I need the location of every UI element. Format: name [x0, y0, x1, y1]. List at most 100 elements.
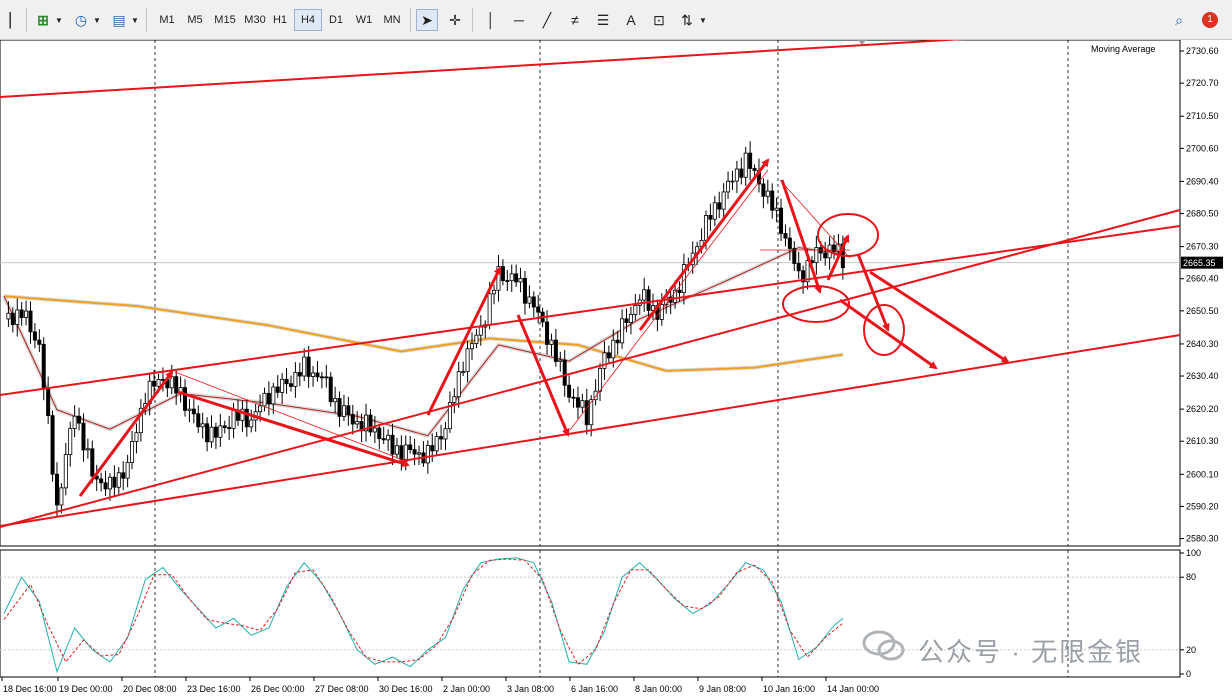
candle-body: [553, 339, 558, 362]
candle-body: [130, 441, 135, 463]
candle-body: [717, 202, 722, 210]
notification-badge: 1: [1202, 12, 1218, 28]
candle-body: [730, 180, 735, 183]
price-tick-label: 2710.50: [1186, 111, 1219, 121]
candle-body: [284, 378, 289, 385]
search-icon[interactable]: ⌕: [1168, 9, 1190, 31]
price-tick-label: 2670.30: [1186, 242, 1219, 252]
oscillator-tick-label: 20: [1186, 645, 1196, 655]
candle-body: [183, 387, 188, 411]
candle-body: [77, 415, 82, 424]
candle-body: [218, 425, 223, 438]
candle-body: [575, 397, 580, 408]
separator: [410, 8, 411, 32]
candle-body: [196, 413, 201, 428]
chevron-down-icon[interactable]: ▼: [54, 9, 64, 31]
timeframe-w1[interactable]: W1: [350, 9, 378, 31]
candle-body: [99, 478, 104, 484]
crosshair-icon[interactable]: ✛: [444, 9, 466, 31]
candle-body: [213, 426, 218, 438]
price-pane: [0, 40, 1181, 547]
candle-body: [288, 383, 293, 387]
candle-body: [293, 372, 298, 387]
chevron-down-icon[interactable]: ▼: [130, 9, 140, 31]
candle-body: [319, 376, 324, 379]
candle-body: [487, 293, 492, 326]
chart-window-icon[interactable]: ▤: [108, 9, 130, 31]
candle-body: [59, 487, 64, 506]
candle-body: [412, 449, 417, 455]
chart-area[interactable]: 2730.60 2720.70 2710.50 2700.60 2690.40 2680.…: [0, 40, 1232, 697]
candle-body: [500, 266, 505, 281]
candle-body: [37, 339, 42, 345]
candle-body: [187, 408, 192, 411]
vertical-line-icon[interactable]: │: [480, 9, 502, 31]
price-tick-label: 2680.50: [1186, 209, 1219, 219]
horizontal-line-icon[interactable]: ─: [508, 9, 530, 31]
candle-body: [514, 273, 519, 283]
arrows-icon[interactable]: ⇅: [676, 9, 698, 31]
timeframe-mn[interactable]: MN: [378, 9, 406, 31]
chevron-down-icon[interactable]: ▼: [92, 9, 102, 31]
timeframe-m5[interactable]: M5: [181, 9, 209, 31]
text-icon[interactable]: A: [620, 9, 642, 31]
candle-body: [394, 445, 399, 455]
candle-body: [562, 359, 567, 386]
candle-body: [708, 215, 713, 220]
time-tick-label: 14 Jan 00:00: [827, 684, 879, 694]
channel-icon[interactable]: ≠: [564, 9, 586, 31]
candle-body: [372, 427, 377, 433]
text-label-icon[interactable]: ⊡: [648, 9, 670, 31]
candle-body: [417, 452, 422, 455]
clock-icon[interactable]: ◷: [70, 9, 92, 31]
watermark: 公众号 · 无限金银: [918, 637, 1144, 667]
candle-body: [134, 432, 139, 442]
time-tick-label: 2 Jan 00:00: [443, 684, 490, 694]
crosshair-cursor-icon[interactable]: ▏: [4, 9, 26, 31]
candle-body: [602, 352, 607, 369]
candle-body: [205, 423, 210, 443]
candle-body: [328, 376, 333, 403]
candle-body: [567, 384, 572, 398]
timeframe-h4[interactable]: H4: [294, 9, 322, 31]
trendline-icon[interactable]: ╱: [536, 9, 558, 31]
candle-body: [275, 386, 280, 393]
candle-body: [642, 289, 647, 301]
candle-body: [116, 472, 121, 488]
timeframe-d1[interactable]: D1: [322, 9, 350, 31]
candle-body: [434, 436, 439, 452]
candle-body: [518, 278, 523, 283]
candle-body: [505, 280, 510, 282]
timeframe-m1[interactable]: M1: [153, 9, 181, 31]
oscillator-tick-label: 100: [1186, 548, 1201, 558]
price-tick-label: 2700.60: [1186, 143, 1219, 153]
candle-body: [28, 310, 33, 333]
candle-body: [598, 367, 603, 392]
candle-body: [107, 476, 112, 490]
candle-body: [32, 331, 37, 341]
timeframe-h1[interactable]: H1: [266, 9, 294, 31]
candle-body: [779, 207, 784, 234]
cursor-arrow-icon[interactable]: ➤: [416, 9, 438, 31]
chevron-down-icon[interactable]: ▼: [698, 9, 708, 31]
candle-body: [571, 396, 576, 399]
candle-body: [390, 434, 395, 455]
new-chart-icon[interactable]: ⊞: [32, 9, 54, 31]
notification-icon[interactable]: 1: [1198, 9, 1222, 31]
candle-body: [271, 386, 276, 405]
time-tick-label: 6 Jan 16:00: [571, 684, 618, 694]
candle-body: [783, 233, 788, 239]
time-tick-label: 19 Dec 00:00: [59, 684, 113, 694]
candle-body: [439, 436, 444, 440]
candle-body: [659, 304, 664, 320]
time-tick-label: 30 Dec 16:00: [379, 684, 433, 694]
timeframe-m15[interactable]: M15: [209, 9, 241, 31]
price-tick-label: 2690.40: [1186, 176, 1219, 186]
candle-body: [474, 334, 479, 344]
candle-body: [792, 248, 797, 264]
fibonacci-icon[interactable]: ☰: [592, 9, 614, 31]
candle-body: [355, 421, 360, 425]
time-tick-label: 20 Dec 08:00: [123, 684, 177, 694]
candle-body: [169, 376, 174, 389]
price-tick-label: 2720.70: [1186, 78, 1219, 88]
